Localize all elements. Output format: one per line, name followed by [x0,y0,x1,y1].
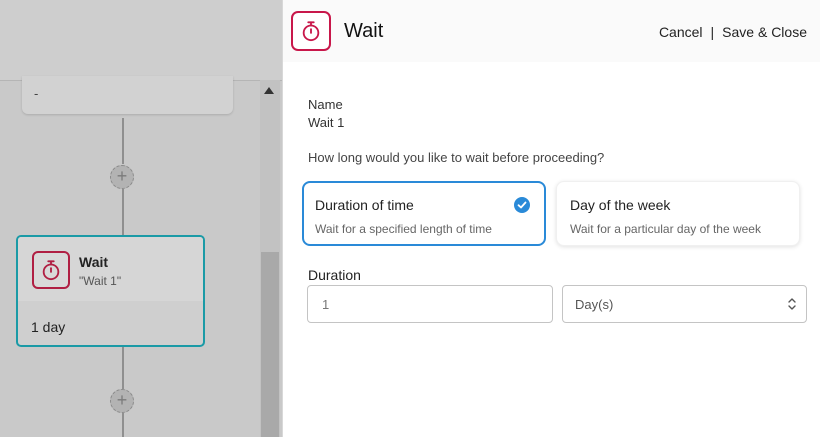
workflow-canvas: - + Wait "Wait 1" 1 day + [0,0,282,437]
wait-settings-panel: Wait Cancel | Save & Close Name Wait 1 How… [282,0,820,437]
name-value: Wait 1 [308,115,345,130]
option-description: Wait for a specified length of time [315,222,492,236]
name-label: Name [308,97,343,112]
add-step-button[interactable]: + [110,389,134,413]
connector-line [122,118,124,164]
save-close-button[interactable]: Save & Close [722,24,807,40]
previous-step-text: - [34,86,39,101]
add-step-button[interactable]: + [110,165,134,189]
connector-line [122,413,124,437]
check-circle-icon [514,197,530,213]
stopwatch-icon [291,11,331,51]
connector-line [122,347,124,389]
wait-node-subtitle: "Wait 1" [79,274,122,288]
duration-input[interactable] [307,285,553,323]
scrollbar-thumb[interactable] [261,252,279,437]
wait-node-duration: 1 day [31,319,66,335]
duration-of-time-option[interactable]: Duration of time Wait for a specified le… [302,181,546,246]
option-description: Wait for a particular day of the week [570,222,761,236]
duration-label: Duration [308,267,361,283]
wait-node-title: Wait [79,254,109,270]
header-actions: Cancel | Save & Close [659,24,807,40]
connector-line [122,189,124,235]
canvas-top-area [0,0,282,81]
panel-header: Wait Cancel | Save & Close [283,0,820,62]
option-title: Duration of time [315,197,414,213]
actions-separator: | [710,24,715,40]
day-of-week-option[interactable]: Day of the week Wait for a particular da… [556,181,800,246]
unit-select-value: Day(s) [575,297,614,312]
option-title: Day of the week [570,197,671,213]
duration-unit-select[interactable]: Day(s) [562,285,807,323]
previous-step-card[interactable]: - [22,76,233,114]
chevron-up-down-icon [788,298,796,310]
cancel-button[interactable]: Cancel [659,24,703,40]
stopwatch-icon [32,251,70,289]
wait-step-card[interactable]: Wait "Wait 1" 1 day [16,235,205,347]
panel-title: Wait [344,20,384,42]
scroll-up-arrow-icon[interactable] [264,87,274,94]
wait-question: How long would you like to wait before p… [308,150,605,165]
